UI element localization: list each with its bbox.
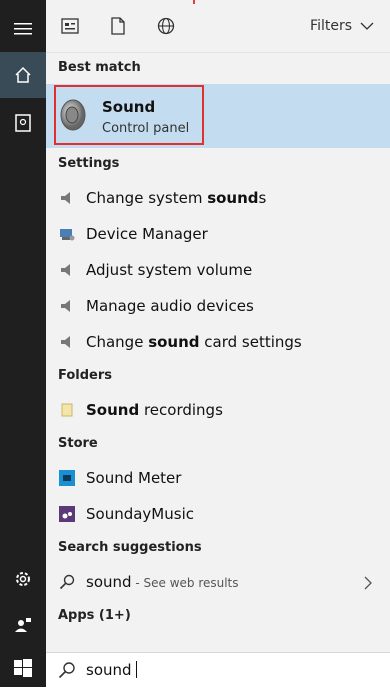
- home-icon[interactable]: [0, 52, 46, 98]
- search-input[interactable]: sound: [86, 661, 137, 679]
- chevron-down-icon: [360, 22, 374, 30]
- filters-dropdown[interactable]: Filters: [310, 18, 374, 34]
- section-best-match: Best match: [58, 60, 141, 75]
- speaker-small-icon: [58, 189, 76, 207]
- settings-item[interactable]: Device Manager: [46, 216, 390, 252]
- settings-gear-icon[interactable]: [0, 556, 46, 602]
- settings-item[interactable]: Manage audio devices: [46, 288, 390, 324]
- folder-icon: [58, 401, 76, 419]
- apps-icon[interactable]: [58, 14, 82, 38]
- sounday-music-app-icon: [58, 505, 76, 523]
- search-icon: [58, 661, 76, 683]
- store-item[interactable]: Sound Meter: [46, 460, 390, 496]
- settings-item[interactable]: Change sound card settings: [46, 324, 390, 360]
- decorative-marker: [193, 0, 195, 4]
- speaker-small-icon: [58, 333, 76, 351]
- text-caret: [135, 661, 137, 678]
- store-item[interactable]: SoundayMusic: [46, 496, 390, 532]
- windows-start-icon[interactable]: [0, 645, 46, 691]
- section-settings: Settings: [58, 156, 120, 171]
- settings-item[interactable]: Adjust system volume: [46, 252, 390, 288]
- speaker-small-icon: [58, 297, 76, 315]
- best-match-subtitle: Control panel: [102, 121, 190, 136]
- start-rail: [0, 0, 46, 687]
- search-scope-bar: Filters: [46, 0, 390, 53]
- search-icon: [58, 573, 76, 591]
- speaker-icon: [58, 98, 88, 132]
- document-icon[interactable]: [106, 14, 130, 38]
- hamburger-menu-icon[interactable]: [0, 6, 46, 52]
- section-store: Store: [58, 436, 98, 451]
- speaker-small-icon: [58, 261, 76, 279]
- section-folders: Folders: [58, 368, 113, 383]
- device-manager-icon: [58, 225, 76, 243]
- web-icon[interactable]: [154, 14, 178, 38]
- user-feedback-icon[interactable]: [0, 602, 46, 648]
- folder-item[interactable]: Sound recordings: [46, 392, 390, 428]
- web-suggestion-item[interactable]: sound - See web results: [46, 564, 390, 600]
- section-apps[interactable]: Apps (1+): [58, 608, 131, 623]
- best-match-title: Sound: [102, 98, 156, 116]
- sound-meter-app-icon: [58, 469, 76, 487]
- chevron-right-icon: [364, 575, 372, 594]
- notebook-icon[interactable]: [0, 100, 46, 146]
- section-search-suggestions: Search suggestions: [58, 540, 202, 555]
- search-box[interactable]: sound: [46, 652, 390, 688]
- filters-label: Filters: [310, 18, 352, 34]
- settings-item[interactable]: Change system sounds: [46, 180, 390, 216]
